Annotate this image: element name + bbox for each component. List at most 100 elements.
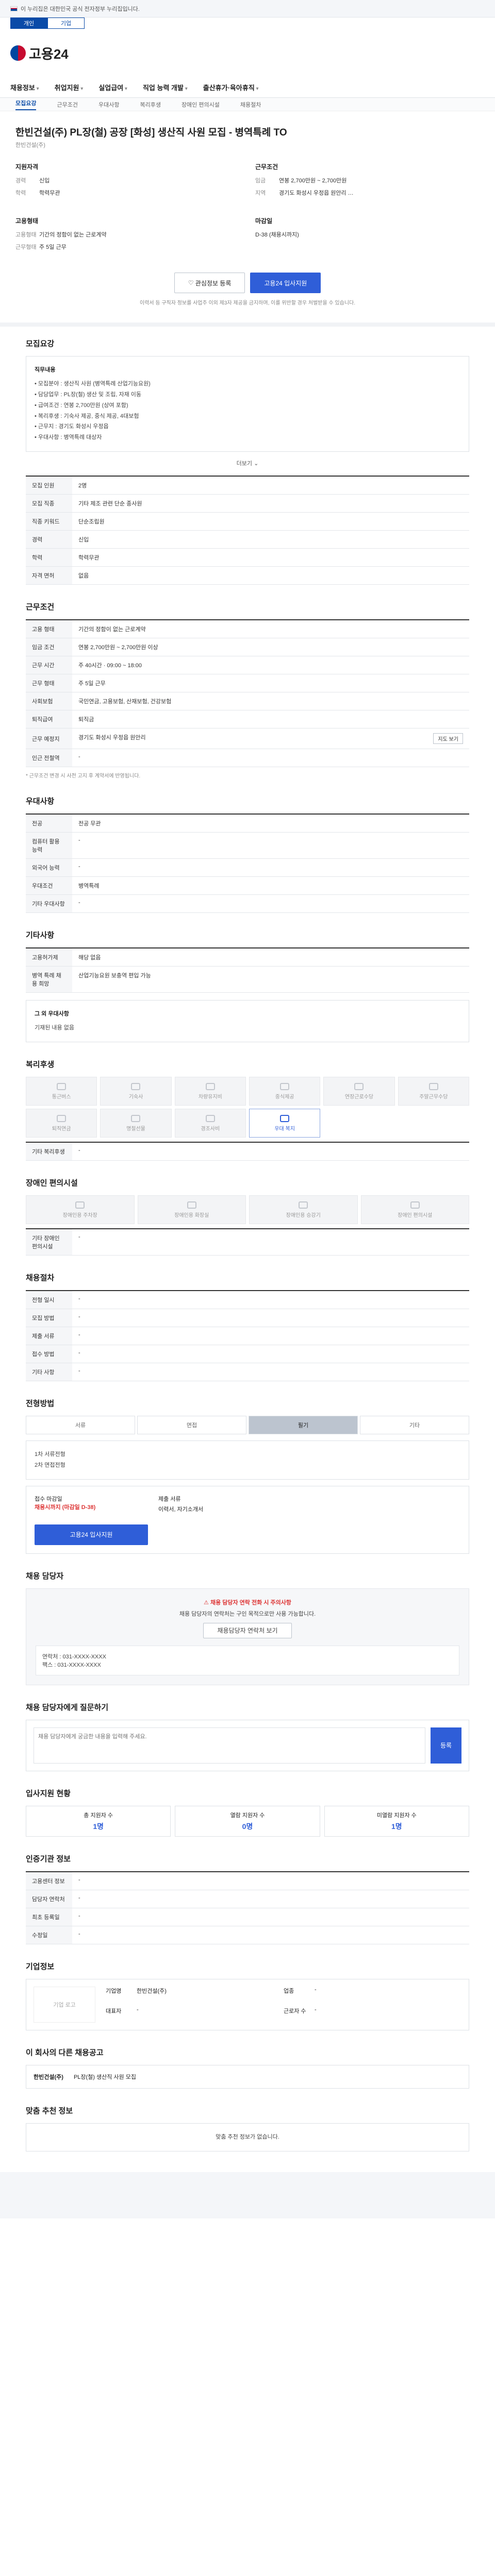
row-value: - bbox=[72, 1908, 469, 1926]
stat-value: 0명 bbox=[242, 1822, 253, 1831]
facility-item: 장애인용 승강기 bbox=[249, 1195, 358, 1225]
logo-text: 고용24 bbox=[29, 46, 69, 62]
table-row: 근무 형태 주 5일 근무 bbox=[26, 674, 469, 693]
qual-heading: 지원자격 bbox=[15, 163, 39, 171]
facility-label: 장애인용 승강기 bbox=[286, 1212, 321, 1218]
table-row: 학력 학력무관 bbox=[26, 548, 469, 567]
question-submit-button[interactable]: 등록 bbox=[431, 1727, 461, 1764]
contact-button[interactable]: 채용담당자 연락처 보기 bbox=[203, 1622, 292, 1638]
facility-heading: 장애인 편의시설 bbox=[26, 1179, 78, 1188]
house-icon bbox=[131, 1082, 141, 1090]
recruit-section: 모집요강 직무내용 • 모집분야 : 생산직 사원 (병역특례 산업기능요원) … bbox=[15, 327, 480, 590]
stats-section: 입사지원 현황 총 지원자 수 1명 열람 지원자 수 0명 미열람 지원자 수 1명 bbox=[15, 1776, 480, 1842]
site-header: 고용24 bbox=[0, 29, 495, 77]
corp-value: - bbox=[315, 1986, 317, 1993]
map-button[interactable]: 지도 보기 bbox=[433, 733, 463, 744]
row-key: 전공 bbox=[26, 814, 72, 833]
row-key: 접수 방법 bbox=[26, 1345, 72, 1364]
tab-personal[interactable]: 개인 bbox=[10, 18, 47, 29]
row-value: - bbox=[72, 894, 469, 913]
subnav-recruit[interactable]: 모집요강 bbox=[15, 99, 37, 110]
row-value: - bbox=[72, 1309, 469, 1328]
corp-key: 기업명 bbox=[106, 1988, 122, 1994]
company-name[interactable]: 한빈건설(주) bbox=[15, 141, 480, 149]
deadline-label: 접수 마감일 bbox=[35, 1496, 62, 1502]
scrap-button[interactable]: ♡ 관심정보 등록 bbox=[174, 273, 245, 293]
nav-item-benefit[interactable]: 실업급여 bbox=[98, 82, 127, 92]
row-value: - bbox=[72, 1890, 469, 1908]
method-step: 기타 bbox=[360, 1416, 469, 1435]
row-value: 연봉 2,700만원 ~ 2,700만원 이상 bbox=[72, 638, 469, 657]
question-input[interactable] bbox=[34, 1727, 425, 1764]
corp-value: - bbox=[315, 2006, 317, 2013]
table-row: 컴퓨터 활용 능력 - bbox=[26, 832, 469, 859]
row-value: - bbox=[72, 1142, 469, 1161]
qualification-block: 지원자격 경력 신입 학력 학력무관 bbox=[15, 162, 240, 201]
row-key: 근무 형태 bbox=[26, 674, 72, 693]
row-value: 해당 없음 bbox=[72, 948, 469, 967]
job-description-box: 직무내용 • 모집분야 : 생산직 사원 (병역특례 산업기능요원) • 담당업… bbox=[26, 356, 469, 452]
main-nav: 채용정보 취업지원 실업급여 직업 능력 개발 출산휴가·육아휴직 bbox=[0, 77, 495, 98]
etc-box-text: 기재된 내용 없음 bbox=[35, 1025, 74, 1031]
doc-value: 이력서, 자기소개서 bbox=[158, 1506, 204, 1513]
welfare-item: 기숙사 bbox=[100, 1077, 172, 1106]
qna-box: 등록 bbox=[26, 1719, 469, 1771]
parking-icon bbox=[75, 1201, 85, 1209]
stat-card: 미열람 지원자 수 1명 bbox=[324, 1805, 469, 1837]
suggest-box: 맞춤 추천 정보가 없습니다. bbox=[26, 2123, 469, 2151]
qual-value: 학력무관 bbox=[39, 190, 60, 196]
subnav-work[interactable]: 근무조건 bbox=[57, 100, 77, 109]
row-value: 2명 bbox=[72, 476, 469, 495]
qual-key: 학력 bbox=[15, 190, 26, 196]
manager-warning: 채용 담당자 연락 전화 시 주의사항 bbox=[210, 1599, 291, 1606]
car-icon bbox=[205, 1082, 215, 1090]
subnav-facility[interactable]: 장애인 편의시설 bbox=[182, 100, 220, 109]
facility-section: 장애인 편의시설 장애인용 주차장 장애인용 화장실 장애인용 승강기 장애인 … bbox=[15, 1166, 480, 1261]
site-footer bbox=[0, 2172, 495, 2218]
row-key: 모집 인원 bbox=[26, 476, 72, 495]
facility-item: 장애인용 주차장 bbox=[26, 1195, 135, 1225]
process-heading: 채용절차 bbox=[26, 1274, 55, 1283]
row-value: - bbox=[72, 832, 469, 859]
nav-item-jobs[interactable]: 채용정보 bbox=[10, 82, 39, 92]
row-value: - bbox=[72, 1327, 469, 1346]
row-key: 인근 전철역 bbox=[26, 749, 72, 768]
row-key: 퇴직급여 bbox=[26, 710, 72, 729]
subnav-pref[interactable]: 우대사항 bbox=[98, 100, 119, 109]
more-button[interactable]: 더보기 ⌄ bbox=[26, 459, 469, 467]
row-value: 기간의 정함이 없는 근로계약 bbox=[72, 620, 469, 639]
pref-table: 전공 전공 무관 컴퓨터 활용 능력 - 외국어 능력 - 우대조건 병역특례 기타 우… bbox=[26, 814, 469, 913]
table-row: 기타 복리후생 - bbox=[26, 1142, 469, 1161]
method-steps: 서류 면접 필기 기타 bbox=[26, 1416, 469, 1435]
subnav-process[interactable]: 채용절차 bbox=[240, 100, 261, 109]
nav-item-leave[interactable]: 출산휴가·육아휴직 bbox=[203, 82, 259, 92]
table-row: 최초 등록일 - bbox=[26, 1908, 469, 1926]
row-key: 컴퓨터 활용 능력 bbox=[26, 832, 72, 859]
row-key: 고용허가제 bbox=[26, 948, 72, 967]
row-key: 최초 등록일 bbox=[26, 1908, 72, 1926]
qna-heading: 채용 담당자에게 질문하기 bbox=[26, 1703, 109, 1712]
welfare-section: 복리후생 통근버스 기숙사 차량유지비 중식제공 연장근로수당 주말근무수당 퇴… bbox=[15, 1047, 480, 1166]
nav-item-support[interactable]: 취업지원 bbox=[55, 82, 84, 92]
flag-icon bbox=[10, 6, 18, 11]
corp-section: 기업정보 기업 로고 기업명 한빈건설(주) 업종 - 대표자 - 근로자 수 - bbox=[15, 1950, 480, 2036]
welfare-item: 연장근로수당 bbox=[323, 1077, 395, 1106]
other-job-card[interactable]: 한빈건설(주) PL장(철) 생산직 사원 모집 bbox=[26, 2064, 469, 2089]
qual-key: 경력 bbox=[15, 178, 26, 184]
job-desc-line: • 담당업무 : PL장(철) 생산 및 조립, 자재 이동 bbox=[35, 391, 141, 398]
apply-button[interactable]: 고용24 입사지원 bbox=[250, 273, 321, 293]
nav-item-training[interactable]: 직업 능력 개발 bbox=[143, 82, 188, 92]
row-key: 직종 키워드 bbox=[26, 512, 72, 531]
row-value: - bbox=[72, 749, 469, 768]
row-value: 단순조립원 bbox=[72, 512, 469, 531]
tab-business[interactable]: 기업 bbox=[47, 18, 85, 29]
info-section: 인증기관 정보 고용센터 정보 - 담당자 연락처 - 최초 등록일 - 수정일 - bbox=[15, 1842, 480, 1950]
subnav-welfare[interactable]: 복리후생 bbox=[140, 100, 160, 109]
corp-box: 기업 로고 기업명 한빈건설(주) 업종 - 대표자 - 근로자 수 - bbox=[26, 1978, 469, 2030]
row-key: 전형 일시 bbox=[26, 1291, 72, 1310]
contract-block: 고용형태 고용형태 기간의 정함이 없는 근로계약 근무형태 주 5일 근무 bbox=[15, 216, 240, 255]
site-logo[interactable]: 고용24 bbox=[10, 44, 69, 63]
apply-button-bottom[interactable]: 고용24 입사지원 bbox=[35, 1524, 148, 1545]
row-key: 기타 우대사항 bbox=[26, 894, 72, 913]
condition-block: 근무조건 임금 연봉 2,700만원 ~ 2,700만원 지역 경기도 화성시 우정… bbox=[255, 162, 480, 201]
